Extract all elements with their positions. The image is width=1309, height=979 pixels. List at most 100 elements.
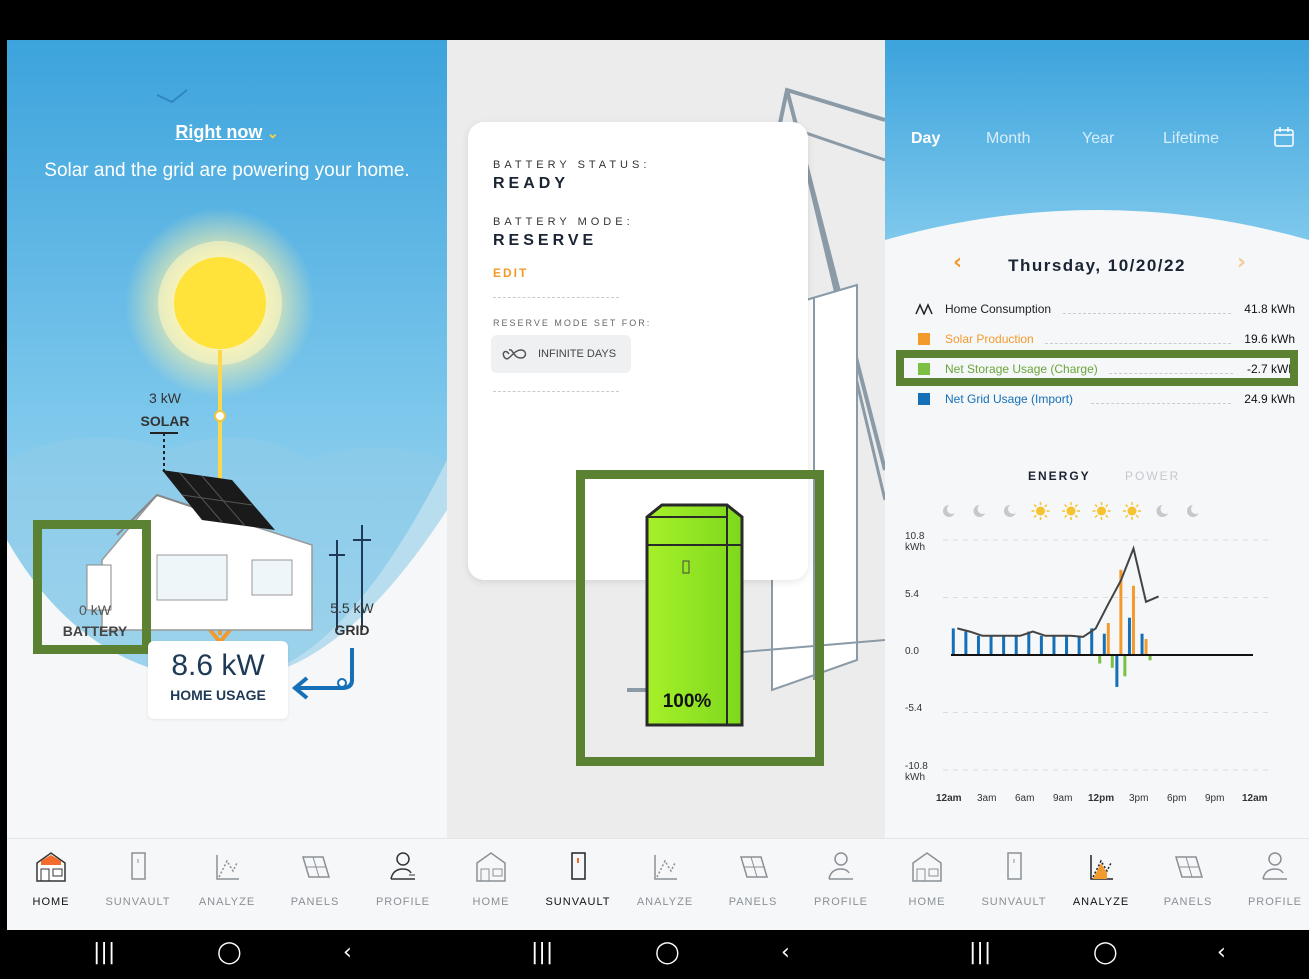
home-button-icon[interactable]: ◯ xyxy=(655,940,680,965)
nav-panels[interactable]: PANELS xyxy=(713,849,793,908)
legend-solar-production: Solar Production 19.6 kWh xyxy=(903,328,1295,350)
sunvault-screen: BATTERY STATUS: READY BATTERY MODE: RESE… xyxy=(447,40,885,930)
nav-sunvault[interactable]: SUNVAULT xyxy=(98,849,178,908)
tab-power[interactable]: POWER xyxy=(1125,469,1180,483)
recent-apps-icon[interactable]: ||| xyxy=(969,940,991,965)
tab-month[interactable]: Month xyxy=(986,130,1030,148)
home-nav-icon xyxy=(36,852,66,882)
home-screen: Right now ⌄ Solar and the grid are power… xyxy=(7,40,447,930)
tab-energy[interactable]: ENERGY xyxy=(1028,469,1091,483)
system-nav-bar: ||| ◯ ‹ xyxy=(885,930,1309,979)
grid-bar xyxy=(1014,635,1018,655)
panels-nav-icon xyxy=(1174,856,1204,878)
nav-profile-label: PROFILE xyxy=(375,896,431,908)
home-usage-card[interactable]: 8.6 kW HOME USAGE xyxy=(148,641,288,719)
legend-value: 24.9 kWh xyxy=(1244,392,1295,406)
chevron-down-icon: ⌄ xyxy=(266,125,279,141)
nav-profile-label: PROFILE xyxy=(1247,896,1303,908)
edit-battery-mode-button[interactable]: EDIT xyxy=(493,266,528,280)
energy-chart xyxy=(943,539,1270,771)
grid-bar xyxy=(1127,617,1131,655)
system-nav-bar: ||| ◯ ‹ xyxy=(7,930,447,979)
grid-bar xyxy=(1039,635,1043,655)
nav-analyze[interactable]: ANALYZE xyxy=(625,849,705,908)
divider xyxy=(493,391,619,392)
nav-home[interactable]: HOME xyxy=(451,849,531,908)
nav-sunvault[interactable]: SUNVAULT xyxy=(974,849,1054,908)
solar-value: 3 kW xyxy=(149,390,181,406)
grid-bar xyxy=(1102,633,1106,655)
x-tick-label: 3pm xyxy=(1129,793,1149,804)
system-nav-bar: ||| ◯ ‹ xyxy=(447,930,885,979)
sun-icon xyxy=(1062,502,1080,520)
home-usage-label: HOME USAGE xyxy=(170,687,266,703)
nav-home-label: HOME xyxy=(472,896,510,908)
sun-icon xyxy=(1031,502,1050,520)
nav-profile[interactable]: PROFILE xyxy=(1235,849,1309,908)
nav-analyze[interactable]: ANALYZE xyxy=(1061,849,1141,908)
battery-highlight-box xyxy=(33,520,151,654)
grid-bar xyxy=(1052,635,1056,655)
moon-icon xyxy=(1156,504,1171,517)
nav-analyze[interactable]: ANALYZE xyxy=(187,849,267,908)
nav-home[interactable]: HOME xyxy=(887,849,967,908)
profile-nav-icon xyxy=(1262,852,1287,880)
grid-bar xyxy=(1115,655,1119,687)
nav-sunvault[interactable]: SUNVAULT xyxy=(538,849,618,908)
reserve-duration-text: INFINITE DAYS xyxy=(538,348,617,360)
moon-icon xyxy=(1004,504,1018,517)
x-tick-label: 12am xyxy=(1242,793,1268,804)
grid-bar xyxy=(951,628,955,655)
storage-bar xyxy=(1110,655,1114,668)
nav-analyze-label: ANALYZE xyxy=(636,896,694,908)
right-now-selector[interactable]: Right now ⌄ xyxy=(7,122,447,143)
tab-year[interactable]: Year xyxy=(1082,130,1114,148)
x-tick-label: 12pm xyxy=(1088,793,1115,804)
next-day-button[interactable]: › xyxy=(1237,250,1246,275)
nav-panels[interactable]: PANELS xyxy=(275,849,355,908)
infinity-icon xyxy=(502,349,527,360)
grid-value: 5.5 kW xyxy=(330,600,374,616)
grid-bar xyxy=(1140,633,1144,655)
analyze-nav-icon xyxy=(1090,855,1113,880)
back-icon[interactable]: ‹ xyxy=(781,940,790,965)
recent-apps-icon[interactable]: ||| xyxy=(93,940,115,965)
right-now-label: Right now xyxy=(175,122,263,142)
sun-icon xyxy=(1123,502,1141,520)
solar-label: SOLAR xyxy=(140,413,190,429)
reserve-duration-chip[interactable]: INFINITE DAYS xyxy=(491,335,631,373)
grid-bar xyxy=(1002,635,1006,655)
grid-bar xyxy=(1077,636,1081,655)
nav-panels-label: PANELS xyxy=(290,896,340,908)
x-tick-label: 9am xyxy=(1053,793,1073,804)
nav-panels-label: PANELS xyxy=(1163,896,1213,908)
bottom-nav: HOME SUNVAULT ANALYZE PANELS PROFILE xyxy=(885,838,1309,930)
nav-panels[interactable]: PANELS xyxy=(1148,849,1228,908)
legend-label: Solar Production xyxy=(945,332,1034,346)
tab-lifetime[interactable]: Lifetime xyxy=(1163,130,1219,148)
previous-day-button[interactable]: ‹ xyxy=(953,250,962,275)
grid-label: GRID xyxy=(334,622,370,638)
storage-highlight-box xyxy=(896,350,1298,386)
back-icon[interactable]: ‹ xyxy=(1217,940,1226,965)
nav-profile-label: PROFILE xyxy=(813,896,869,908)
battery-percent: 100% xyxy=(662,691,712,712)
sunvault-nav-icon xyxy=(1007,852,1022,880)
panels-nav-icon xyxy=(739,856,769,878)
nav-home[interactable]: HOME xyxy=(11,849,91,908)
analyze-nav-icon xyxy=(216,855,239,880)
home-usage-value: 8.6 kW xyxy=(171,649,265,682)
x-tick-label: 6pm xyxy=(1167,793,1187,804)
tab-day[interactable]: Day xyxy=(911,130,940,148)
nav-profile[interactable]: PROFILE xyxy=(801,849,881,908)
moon-icon xyxy=(943,504,957,517)
divider xyxy=(493,297,619,298)
back-icon[interactable]: ‹ xyxy=(343,940,352,965)
home-button-icon[interactable]: ◯ xyxy=(217,940,242,965)
battery-mode-value: RESERVE xyxy=(493,232,598,249)
recent-apps-icon[interactable]: ||| xyxy=(531,940,553,965)
home-button-icon[interactable]: ◯ xyxy=(1093,940,1118,965)
nav-panels-label: PANELS xyxy=(728,896,778,908)
calendar-icon[interactable] xyxy=(1273,126,1295,148)
nav-profile[interactable]: PROFILE xyxy=(363,849,443,908)
